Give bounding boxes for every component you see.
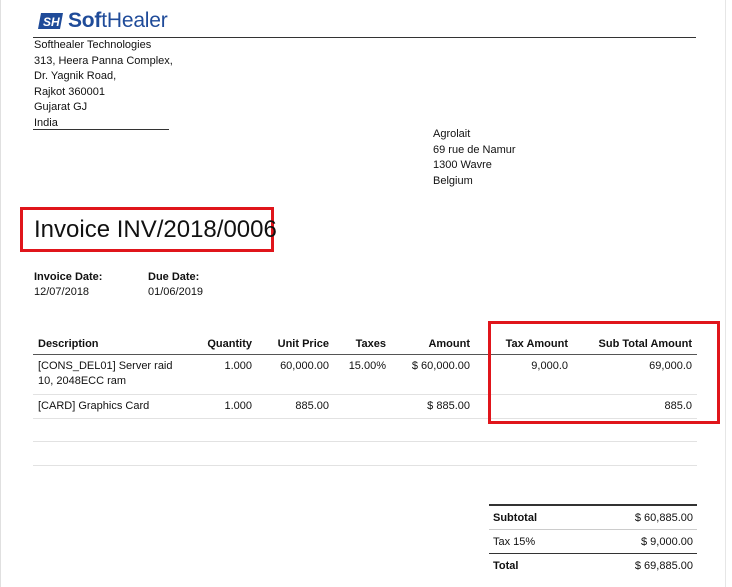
table-cell: 15.00% xyxy=(334,354,391,395)
address-line: 313, Heera Panna Complex, xyxy=(34,54,173,67)
due-date-value: 01/06/2019 xyxy=(148,286,204,298)
address-divider xyxy=(33,129,169,130)
softhealer-logo-icon: SH xyxy=(38,13,63,29)
table-cell: $ 60,000.00 xyxy=(391,354,475,395)
page-edge xyxy=(0,0,1,587)
column-header: Unit Price xyxy=(257,333,334,355)
total-label: Total xyxy=(489,553,581,577)
subtotal-row: Subtotal $ 60,885.00 xyxy=(489,504,697,530)
address-line: Agrolait xyxy=(433,128,471,140)
due-date: Due Date: 01/06/2019 xyxy=(148,270,203,300)
subtotal-value: $ 60,885.00 xyxy=(580,504,697,530)
column-header: Amount xyxy=(391,333,475,355)
column-header: Quantity xyxy=(179,333,257,355)
address-line: Softhealer Technologies xyxy=(34,39,152,51)
subtotal-label: Subtotal xyxy=(489,504,581,530)
tax-value: $ 9,000.00 xyxy=(580,529,697,554)
table-divider xyxy=(33,465,697,466)
logo-text: SoftHealer xyxy=(68,9,168,32)
table-divider xyxy=(33,441,697,442)
invoice-date-value: 12/07/2018 xyxy=(34,286,90,298)
svg-text:SH: SH xyxy=(43,15,60,29)
table-cell: [CONS_DEL01] Server raid 10, 2048ECC ram xyxy=(33,354,179,395)
company-logo: SH SoftHealer xyxy=(38,8,168,34)
address-line: 69 rue de Namur xyxy=(433,143,516,156)
table-cell: 1.000 xyxy=(179,394,257,419)
due-date-label: Due Date: xyxy=(148,271,200,283)
tax-row: Tax 15% $ 9,000.00 xyxy=(489,529,697,554)
address-line: Belgium xyxy=(433,174,473,187)
tax-columns-highlight-box xyxy=(488,321,720,424)
total-value: $ 69,885.00 xyxy=(580,553,697,577)
table-cell xyxy=(334,394,391,419)
page-edge xyxy=(725,0,726,587)
customer-address: Agrolait 69 rue de Namur 1300 Wavre Belg… xyxy=(433,127,516,189)
company-address: Softhealer Technologies 313, Heera Panna… xyxy=(34,38,173,131)
table-cell: $ 885.00 xyxy=(391,394,475,419)
address-line: Rajkot 360001 xyxy=(34,85,105,98)
table-cell: 60,000.00 xyxy=(257,354,334,395)
table-cell: 885.00 xyxy=(257,394,334,419)
address-line: Gujarat GJ xyxy=(34,101,88,113)
invoice-title: Invoice INV/2018/0006 xyxy=(34,216,277,243)
table-cell: [CARD] Graphics Card xyxy=(33,394,179,419)
table-cell: 1.000 xyxy=(179,354,257,395)
totals-table: Subtotal $ 60,885.00 Tax 15% $ 9,000.00 … xyxy=(489,504,697,577)
address-line: Dr. Yagnik Road, xyxy=(34,70,117,82)
column-header: Taxes xyxy=(334,333,391,355)
address-line: 1300 Wavre xyxy=(433,159,492,171)
invoice-date-label: Invoice Date: xyxy=(34,271,103,283)
total-row: Total $ 69,885.00 xyxy=(489,553,697,577)
column-header: Description xyxy=(33,333,179,355)
invoice-date: Invoice Date: 12/07/2018 xyxy=(34,270,102,300)
tax-label: Tax 15% xyxy=(489,529,581,554)
